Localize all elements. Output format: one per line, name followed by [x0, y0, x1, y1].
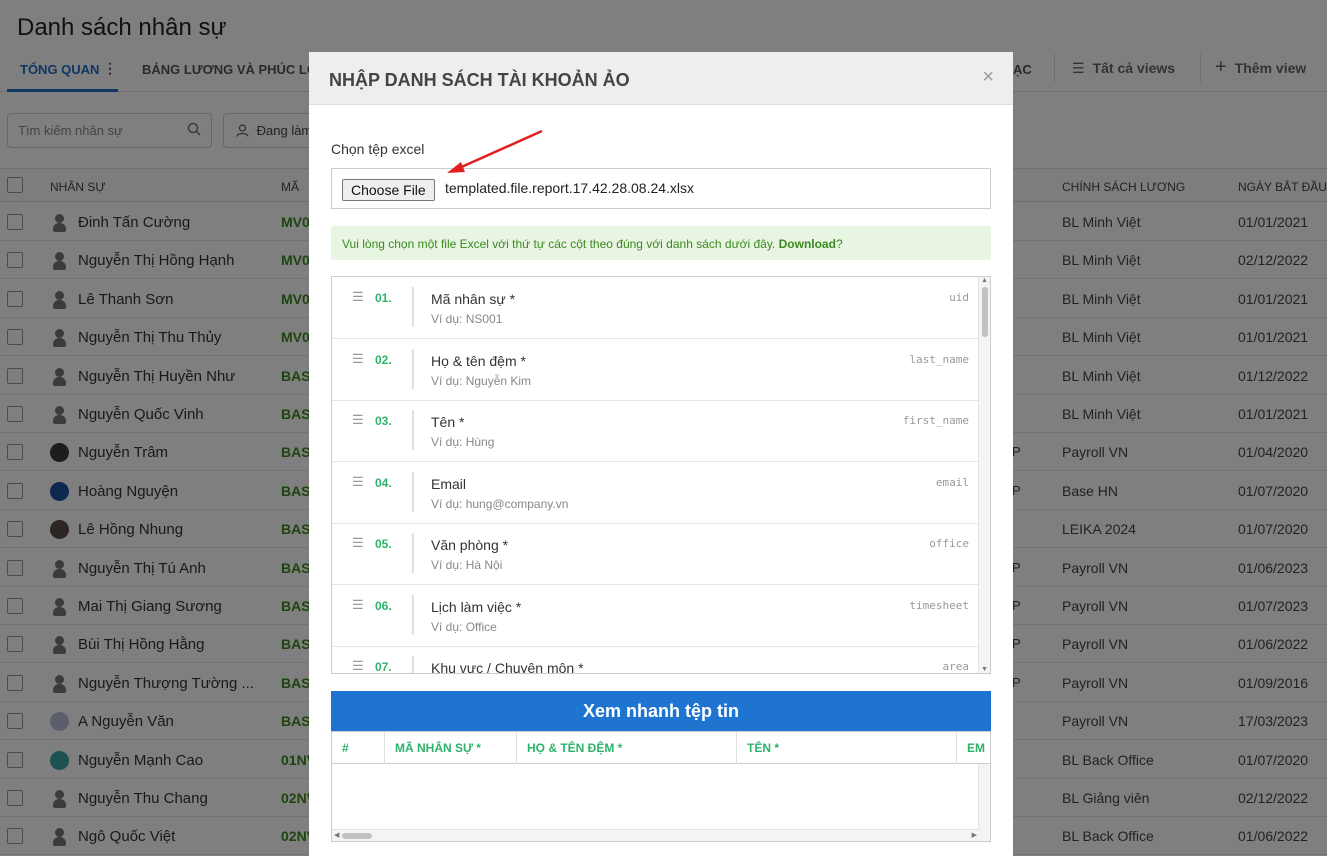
column-list-item[interactable]: ☰ 07. Khu vực / Chuyên môn * area — [332, 646, 979, 674]
drag-handle-icon[interactable]: ☰ — [352, 658, 364, 673]
column-example: Ví dụ: Office — [431, 619, 497, 634]
column-number: 06. — [375, 598, 392, 613]
column-number: 04. — [375, 475, 392, 490]
column-number: 02. — [375, 352, 392, 367]
preview-col-first-name: TÊN * — [737, 732, 957, 764]
column-key: uid — [949, 291, 969, 304]
import-virtual-accounts-dialog: NHẬP DANH SÁCH TÀI KHOẢN ẢO × Chọn tệp e… — [309, 52, 1013, 856]
column-list-scrollbar[interactable]: ▲ ▼ — [978, 277, 990, 673]
preview-col-email: EM — [967, 741, 985, 755]
column-number: 05. — [375, 537, 392, 551]
preview-col-last-name: HỌ & TÊN ĐỆM * — [517, 732, 737, 764]
instruction-notice: Vui lòng chọn một file Excel với thứ tự … — [331, 226, 991, 260]
scroll-right-icon[interactable]: ▶ — [972, 831, 977, 839]
column-list-item[interactable]: ☰ 05. Văn phòng * Ví dụ: Hà Nội office — [332, 523, 979, 585]
drag-handle-icon[interactable]: ☰ — [352, 535, 364, 551]
column-label: Tên * — [431, 414, 465, 430]
column-label: Họ & tên đệm * — [431, 352, 526, 369]
column-example: Ví dụ: NS001 — [431, 312, 503, 326]
column-label: Email — [431, 475, 467, 492]
column-list-item[interactable]: ☰ 01. Mã nhân sự * Ví dụ: NS001 uid — [332, 277, 979, 339]
column-example: Ví dụ: hung@company.vn — [431, 496, 569, 511]
preview-horizontal-scrollbar[interactable]: ◀ ▶ — [332, 829, 979, 841]
drag-handle-icon[interactable]: ☰ — [352, 289, 364, 305]
column-divider — [412, 594, 414, 635]
column-example: Ví dụ: Hà Nội — [431, 558, 503, 572]
column-label: Lịch làm việc * — [431, 598, 522, 615]
column-divider — [412, 410, 414, 450]
annotation-arrow — [447, 129, 543, 173]
preview-title: Xem nhanh tệp tin — [331, 691, 991, 731]
column-number: 07. — [375, 660, 392, 674]
column-list-item[interactable]: ☰ 04. Email Ví dụ: hung@company.vn email — [332, 462, 979, 524]
drag-handle-icon[interactable]: ☰ — [352, 597, 364, 613]
preview-col-index: # — [332, 732, 385, 764]
column-number: 01. — [375, 291, 392, 305]
column-key: email — [935, 475, 969, 489]
column-divider — [412, 656, 414, 673]
preview-vertical-scrollbar[interactable] — [978, 764, 990, 841]
preview-table: # MÃ NHÂN SỰ * HỌ & TÊN ĐỆM * TÊN * EM ◀… — [331, 731, 991, 842]
column-key: first_name — [902, 414, 969, 427]
scroll-up-icon[interactable]: ▲ — [981, 277, 988, 284]
column-label: Văn phòng * — [431, 537, 509, 553]
column-list-item[interactable]: ☰ 02. Họ & tên đệm * Ví dụ: Nguyễn Kim last_… — [332, 339, 979, 401]
column-number: 03. — [375, 414, 392, 428]
column-key: area — [942, 660, 970, 673]
column-label: Mã nhân sự * — [431, 291, 516, 307]
scroll-thumb[interactable] — [982, 287, 988, 337]
column-key: timesheet — [909, 598, 969, 612]
column-divider — [412, 287, 414, 327]
scroll-down-icon[interactable]: ▼ — [981, 666, 988, 673]
column-list-item[interactable]: ☰ 06. Lịch làm việc * Ví dụ: Office timeshee… — [332, 585, 979, 647]
column-divider — [412, 348, 414, 389]
drag-handle-icon[interactable]: ☰ — [352, 351, 364, 367]
column-label: Khu vực / Chuyên môn * — [431, 660, 584, 674]
scroll-left-icon[interactable]: ◀ — [334, 831, 339, 839]
scroll-thumb[interactable] — [342, 833, 372, 839]
drag-handle-icon[interactable]: ☰ — [352, 474, 364, 490]
column-divider — [412, 471, 414, 512]
download-template-link[interactable]: Download — [779, 237, 836, 251]
column-order-list: ☰ 01. Mã nhân sự * Ví dụ: NS001 uid ☰ 02. Họ & … — [331, 276, 991, 674]
column-divider — [412, 533, 414, 573]
preview-col-uid: MÃ NHÂN SỰ * — [385, 732, 517, 764]
column-example: Ví dụ: Hùng — [431, 435, 495, 449]
drag-handle-icon[interactable]: ☰ — [352, 412, 364, 428]
column-key: office — [929, 537, 969, 550]
preview-table-header: # MÃ NHÂN SỰ * HỌ & TÊN ĐỆM * TÊN * EM — [332, 732, 990, 764]
column-list-item[interactable]: ☰ 03. Tên * Ví dụ: Hùng first_name — [332, 400, 979, 462]
instruction-suffix: ? — [835, 237, 843, 251]
column-key: last_name — [909, 352, 969, 366]
instruction-text: Vui lòng chọn một file Excel với thứ tự … — [342, 237, 776, 251]
column-example: Ví dụ: Nguyễn Kim — [431, 373, 532, 388]
